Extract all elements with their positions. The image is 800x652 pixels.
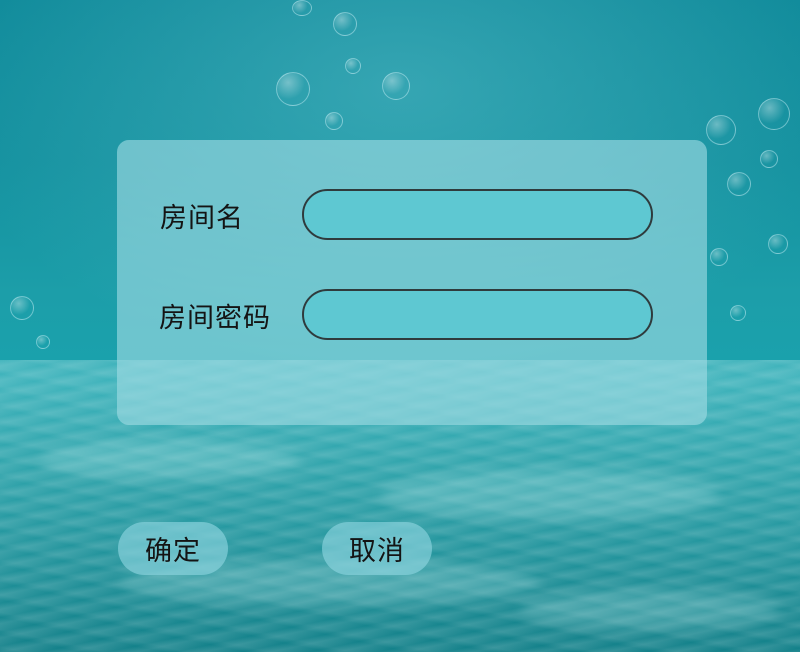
bubble-icon [10, 296, 34, 320]
bubble-icon [760, 150, 778, 168]
bubble-icon [345, 58, 361, 74]
bubble-icon [325, 112, 343, 130]
bubble-icon [710, 248, 728, 266]
bubble-icon [758, 98, 790, 130]
bubble-icon [768, 234, 788, 254]
bubble-icon [382, 72, 410, 100]
ripple [520, 590, 780, 630]
create-room-panel [117, 140, 707, 425]
confirm-button[interactable]: 确定 [118, 522, 228, 575]
cancel-button[interactable]: 取消 [322, 522, 432, 575]
bubble-icon [706, 115, 736, 145]
room-password-input[interactable] [302, 289, 653, 340]
bubble-icon [36, 335, 50, 349]
bubble-icon [727, 172, 751, 196]
bubble-icon [730, 305, 746, 321]
ripple [40, 440, 300, 480]
ripple [380, 470, 720, 520]
room-name-input[interactable] [302, 189, 653, 240]
room-name-label: 房间名 [160, 203, 244, 234]
bubble-icon [276, 72, 310, 106]
room-password-label: 房间密码 [159, 303, 271, 334]
bubble-icon [292, 0, 312, 16]
bubble-icon [333, 12, 357, 36]
